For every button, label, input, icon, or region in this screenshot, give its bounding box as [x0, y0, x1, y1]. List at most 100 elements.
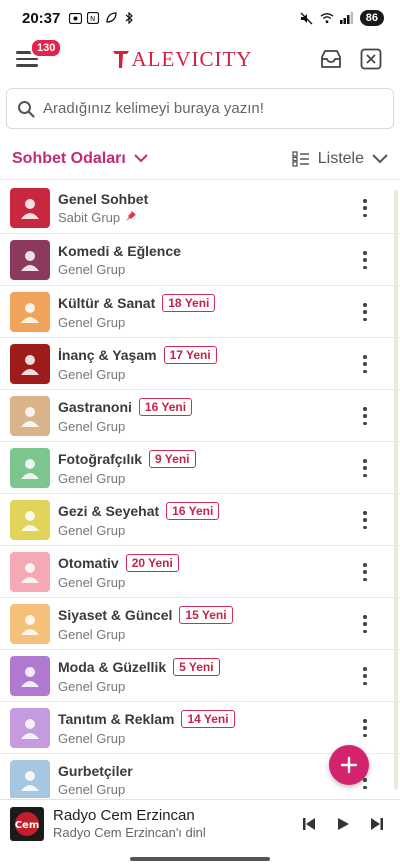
next-button[interactable]	[368, 815, 386, 833]
more-options-icon[interactable]	[358, 664, 372, 688]
room-title: Komedi & Eğlence	[58, 242, 181, 259]
play-icon	[338, 817, 349, 830]
more-options-icon[interactable]	[358, 352, 372, 376]
room-list-item[interactable]: Kültür & Sanat 18 Yeni Genel Grup	[0, 286, 400, 338]
room-subtitle: Genel Grup	[58, 314, 126, 330]
room-list-item[interactable]: Otomativ 20 Yeni Genel Grup	[0, 546, 400, 598]
new-messages-badge: 20 Yeni	[125, 553, 179, 572]
rooms-dropdown-label: Sohbet Odaları	[12, 149, 126, 167]
room-subtitle: Genel Grup	[58, 522, 126, 538]
more-options-icon[interactable]	[358, 560, 372, 584]
filter-bar: Sohbet Odaları Listele	[0, 138, 400, 180]
guitar-icon	[10, 291, 50, 332]
new-messages-badge: 16 Yeni	[138, 397, 193, 416]
chef-icon	[10, 395, 50, 436]
room-list-item[interactable]: Komedi & Eğlence Genel Grup	[0, 234, 400, 286]
more-options-icon[interactable]	[358, 404, 372, 428]
close-button[interactable]	[358, 46, 384, 72]
view-mode-label: Listele	[317, 149, 364, 167]
room-list-item[interactable]: Genel Sohbet Sabit Grup	[0, 182, 400, 234]
more-options-icon[interactable]	[358, 612, 372, 636]
more-options-icon[interactable]	[358, 248, 372, 272]
room-subtitle: Genel Grup	[58, 781, 126, 797]
theater-masks-icon	[10, 239, 50, 280]
hand-icon	[10, 343, 50, 384]
room-title: Kültür & Sanat	[58, 294, 156, 311]
rooms-dropdown[interactable]: Sohbet Odaları	[12, 150, 148, 168]
room-subtitle: Genel Grup	[58, 678, 126, 694]
previous-button[interactable]	[300, 815, 318, 833]
new-messages-badge: 9 Yeni	[149, 449, 196, 468]
room-list-item[interactable]: Siyaset & Güncel 15 Yeni Genel Grup	[0, 598, 400, 650]
player-subtitle: Radyo Cem Erzincan'ı dinl	[53, 825, 206, 840]
more-options-icon[interactable]	[358, 300, 372, 324]
room-list-item[interactable]: Moda & Güzellik 5 Yeni Genel Grup	[0, 650, 400, 702]
leaf-icon	[104, 11, 118, 25]
room-title: Gurbetçiler	[58, 762, 133, 779]
chevron-down-icon	[372, 153, 388, 163]
room-title: Otomativ	[58, 554, 119, 571]
more-options-icon[interactable]	[358, 508, 372, 532]
room-subtitle: Genel Grup	[58, 470, 126, 486]
app-logo[interactable]: ALEVICITY	[112, 47, 253, 72]
scrollbar[interactable]	[394, 190, 398, 790]
app-bar: 130 ALEVICITY	[0, 36, 400, 82]
room-subtitle: Genel Grup	[58, 366, 126, 382]
list-view-icon	[292, 150, 309, 167]
room-subtitle: Genel Grup	[58, 418, 126, 434]
view-mode-dropdown[interactable]: Listele	[292, 150, 388, 168]
mute-icon	[300, 11, 314, 25]
new-messages-badge: 17 Yeni	[163, 345, 217, 364]
new-messages-badge: 15 Yeni	[179, 605, 233, 624]
player-title: Radyo Cem Erzincan	[53, 807, 195, 824]
room-title: Siyaset & Güncel	[58, 606, 173, 623]
add-room-button[interactable]	[329, 745, 369, 785]
speaker-podium-icon	[10, 603, 50, 644]
traveler-icon	[10, 499, 50, 540]
svg-text:Cem: Cem	[15, 820, 40, 831]
status-time: 20:37	[22, 9, 61, 27]
new-messages-badge: 16 Yeni	[166, 501, 220, 520]
room-list: Genel Sohbet Sabit Grup Komedi & Eğlence Ge…	[0, 182, 400, 798]
pin-icon	[125, 210, 137, 225]
car-icon	[10, 551, 50, 592]
skip-next-icon	[371, 817, 383, 830]
room-subtitle: Genel Grup	[58, 261, 126, 277]
more-options-icon[interactable]	[358, 456, 372, 480]
inbox-button[interactable]	[318, 46, 344, 72]
play-button[interactable]	[334, 815, 352, 833]
search-input[interactable]	[43, 100, 383, 117]
more-options-icon[interactable]	[358, 196, 372, 220]
gesture-bar	[130, 857, 270, 861]
room-title: Gezi & Seyehat	[58, 502, 160, 519]
new-messages-badge: 5 Yeni	[173, 657, 220, 676]
search-box[interactable]	[6, 88, 394, 129]
bluetooth-icon	[122, 11, 136, 25]
room-list-item[interactable]: Gastranoni 16 Yeni Genel Grup	[0, 390, 400, 442]
notification-count-badge: 130	[30, 38, 63, 58]
room-title: Tanıtım & Reklam	[58, 710, 175, 727]
room-list-item[interactable]: İnanç & Yaşam 17 Yeni Genel Grup	[0, 338, 400, 390]
close-box-icon	[360, 48, 382, 70]
screenshot-icon	[68, 11, 82, 25]
room-list-item[interactable]: Gezi & Seyehat 16 Yeni Genel Grup	[0, 494, 400, 546]
room-title: Fotoğrafçılık	[58, 450, 143, 467]
room-list-item[interactable]: Fotoğrafçılık 9 Yeni Genel Grup	[0, 442, 400, 494]
plus-icon	[340, 756, 358, 774]
room-title: Genel Sohbet	[58, 190, 149, 207]
nfc-icon: N	[86, 11, 100, 25]
room-title: İnanç & Yaşam	[58, 346, 157, 363]
battery-indicator: 86	[359, 10, 384, 26]
fashion-woman-icon	[10, 655, 50, 696]
more-options-icon[interactable]	[358, 716, 372, 740]
ads-icon	[10, 707, 50, 748]
alevi-logo-icon	[10, 187, 50, 228]
menu-button[interactable]: 130	[16, 38, 63, 74]
alevi-logo-icon	[112, 51, 129, 68]
radio-player[interactable]: Cem Radyo Cem Erzincan Radyo Cem Erzinca…	[0, 799, 400, 847]
family-icon	[10, 759, 50, 798]
radio-logo-icon: Cem	[15, 811, 40, 836]
room-subtitle: Genel Grup	[58, 626, 126, 642]
status-bar: 20:37 N 86	[0, 0, 400, 36]
wifi-icon	[320, 11, 334, 25]
